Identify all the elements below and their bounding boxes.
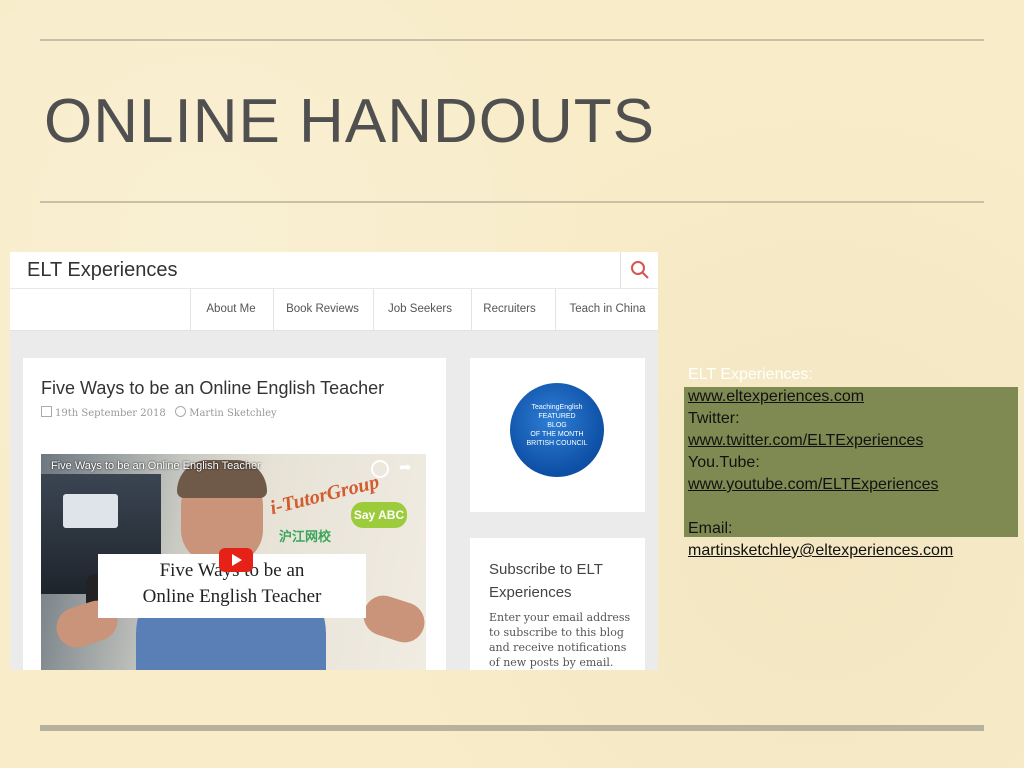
elt-label: ELT Experiences: (688, 366, 813, 383)
video-player[interactable]: Five Ways to be an Online English Teache… (41, 454, 426, 670)
post-date[interactable]: 19th September 2018 (55, 408, 166, 419)
elt-link[interactable]: www.eltexperiences.com (688, 386, 953, 408)
brand2-logo: Say ABC (351, 502, 407, 528)
site-name[interactable]: ELT Experiences (27, 259, 177, 282)
slide-title: ONLINE HANDOUTS (44, 87, 655, 156)
links-spacer (688, 496, 953, 518)
bottom-divider (40, 725, 984, 731)
nav-item-recruiters[interactable]: Recruiters (471, 289, 547, 330)
post-card: Five Ways to be an Online English Teache… (23, 358, 446, 670)
post-meta: 19th September 2018 Martin Sketchley (41, 406, 277, 419)
play-button-icon[interactable] (219, 548, 253, 572)
nav-item-about-me[interactable]: About Me (190, 289, 271, 330)
featured-badge-icon: TeachingEnglish FEATURED BLOG OF THE MON… (510, 383, 604, 477)
search-icon (631, 261, 649, 279)
youtube-label: You.Tube: (688, 454, 760, 471)
twitter-link[interactable]: www.twitter.com/ELTExperiences (688, 430, 953, 452)
post-title[interactable]: Five Ways to be an Online English Teache… (41, 378, 384, 399)
blog-screenshot: ELT Experiences About Me Book Reviews Jo… (10, 252, 658, 670)
laptop-image (63, 494, 118, 528)
nav-item-job-seekers[interactable]: Job Seekers (373, 289, 466, 330)
top-divider (40, 39, 984, 41)
post-author[interactable]: Martin Sketchley (189, 408, 276, 419)
nav-item-book-reviews[interactable]: Book Reviews (273, 289, 371, 330)
video-title[interactable]: Five Ways to be an Online English Teache… (51, 460, 261, 472)
title-divider (40, 201, 984, 203)
calendar-icon (41, 406, 52, 417)
subscribe-title: Subscribe to ELT Experiences (489, 561, 603, 601)
main-nav: About Me Book Reviews Job Seekers Recrui… (10, 288, 658, 331)
subscribe-widget: Subscribe to ELT Experiences Enter your … (470, 538, 645, 670)
youtube-link[interactable]: www.youtube.com/ELTExperiences (688, 474, 953, 496)
site-header: ELT Experiences (10, 252, 658, 288)
badge-text: TeachingEnglish FEATURED BLOG OF THE MON… (526, 404, 588, 447)
author-icon (175, 406, 187, 417)
nav-item-teach-in-china[interactable]: Teach in China (555, 289, 658, 330)
email-label: Email: (688, 520, 733, 537)
subscribe-text: Enter your email address to subscribe to… (489, 611, 631, 669)
share-icon[interactable]: ➦ (399, 458, 412, 476)
video-caption-line2: Online English Teacher (142, 586, 322, 607)
featured-blog-widget: TeachingEnglish FEATURED BLOG OF THE MON… (470, 358, 645, 512)
email-link[interactable]: martinsketchley@eltexperiences.com (688, 540, 953, 562)
contact-links: ELT Experiences: www.eltexperiences.com … (688, 364, 953, 562)
cn-brand-logo: 沪江网校 (279, 529, 332, 544)
twitter-label: Twitter: (688, 410, 740, 427)
search-button[interactable] (620, 252, 658, 288)
